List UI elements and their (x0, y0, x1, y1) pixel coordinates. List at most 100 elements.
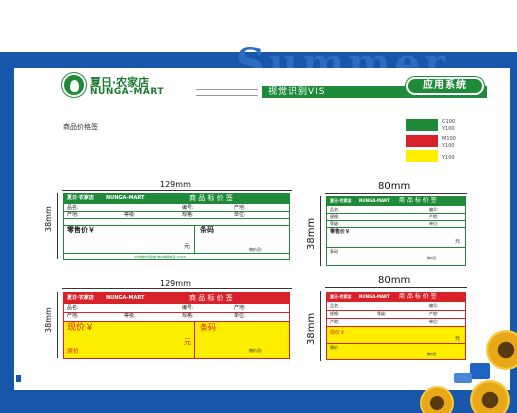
height-dim-large-2: 38mm (44, 307, 53, 333)
field-code-label: 编号: (182, 305, 194, 311)
swatch-green (406, 119, 438, 131)
field-code-label: 编号: (429, 303, 439, 308)
inspector-label: 物价员: (427, 256, 438, 260)
field-unit-label: 单位: (234, 313, 246, 319)
swatch-yellow (406, 150, 438, 162)
field-origin-label-2: 产地: (330, 319, 340, 324)
tag-rule (327, 318, 465, 319)
tag-title: 商 品 标 价 签 (399, 293, 437, 300)
swatch-red (406, 135, 438, 147)
height-dim-small-2: 38mm (306, 312, 317, 345)
field-spec-label: 规格: (330, 214, 340, 219)
tag-rule (64, 321, 289, 322)
width-dim-large-1: 129mm (160, 180, 191, 189)
field-unit-label: 单位: (429, 319, 439, 324)
tag-brand-cn: 夏日·农家店 (67, 295, 94, 301)
tag-header: 夏日·农家店 NUNGA-MART 商 品 标 价 签 (64, 293, 289, 304)
inspector-label: 物价员: (427, 352, 438, 356)
width-dim-line-2 (62, 288, 292, 289)
sunflower-icon (470, 380, 510, 413)
height-dim-line-1 (57, 193, 58, 259)
tag-rule (327, 247, 465, 248)
tag-divider (194, 225, 195, 254)
swatch-green-label-top: C100 (442, 119, 456, 125)
yuan-label: 元 (455, 239, 461, 245)
retail-price-label: 零售价￥ (67, 226, 95, 234)
yuan-label: 元 (184, 243, 191, 250)
tag-footer: XX市物价局监制 物价举报电话:12358 (134, 255, 186, 259)
price-tag-small-green: 夏日·农家店 NUNGA-MART 商 品 标 价 签 品名: 编号: 规格: … (326, 196, 466, 266)
sale-price-label: 现价￥ (330, 330, 346, 336)
height-dim-line-3 (320, 196, 321, 266)
barcode-label: 条码 (330, 249, 338, 254)
tag-brand-cn: 夏日·农家店 (67, 195, 94, 201)
sunflower-icon (420, 386, 454, 413)
width-dim-line-1 (62, 190, 292, 191)
yuan-label: 元 (184, 338, 191, 346)
height-dim-large-1: 38mm (44, 206, 53, 232)
field-name-label: 品名: (67, 305, 79, 311)
tag-field-band (327, 302, 465, 326)
tag-brand-en: NUNGA-MART (106, 195, 145, 201)
tag-brand-en: NUNGA-MART (359, 198, 390, 203)
swatch-yellow-label-bottom: Y100 (442, 155, 455, 161)
width-dim-line-4 (325, 287, 467, 288)
tag-brand-cn: 夏日·农家店 (330, 294, 352, 299)
tag-rule (327, 326, 465, 327)
field-unit-label: 单位: (429, 221, 439, 226)
width-dim-small-1: 80mm (378, 181, 411, 192)
barcode-label: 条码 (200, 226, 214, 234)
field-spec-label: 规格: (182, 313, 194, 319)
tag-rule (327, 213, 465, 214)
original-price-label: 原价 (67, 348, 80, 355)
tag-rule (64, 211, 289, 212)
cube-decoration-icon (454, 373, 472, 383)
tag-title: 商 品 标 价 签 (399, 197, 437, 204)
field-origin-label: 产地: (429, 214, 439, 219)
tag-rule (327, 227, 465, 228)
header-rule (196, 89, 258, 96)
tag-header: 夏日·农家店 NUNGA-MART 商 品 标 价 签 (64, 194, 289, 204)
field-code-label: 编号: (429, 207, 439, 212)
leaf-logo-icon (62, 73, 86, 97)
brand-logo: 夏日·农家店 NUNGA-MART (62, 71, 184, 99)
inspector-label: 物价员: (249, 247, 263, 252)
field-name-label: 品名: (330, 207, 340, 212)
field-spec-label: 规格: (182, 212, 194, 218)
field-grade-label: 等级: (330, 221, 340, 226)
page-title: 商品价格签 (63, 123, 98, 131)
width-dim-line-3 (325, 193, 467, 194)
field-unit-label: 单位: (234, 212, 246, 218)
price-tag-small-red: 夏日·农家店 NUNGA-MART 商 品 标 价 签 品名: 编号: 规格: … (326, 292, 466, 360)
height-dim-line-2 (57, 292, 58, 358)
height-dim-line-4 (320, 291, 321, 361)
tag-header: 夏日·农家店 NUNGA-MART 商 品 标 价 签 (327, 293, 465, 302)
field-origin-label-2: 产地: (67, 212, 79, 218)
section-bar-label: 视觉识别VIS (268, 87, 326, 97)
yuan-label: 元 (455, 336, 461, 342)
sale-price-label: 现价￥ (67, 323, 95, 333)
swatch-red-label-bottom: Y100 (442, 143, 455, 149)
price-tag-large-red: 夏日·农家店 NUNGA-MART 商 品 标 价 签 品名: 编号: 产地: … (63, 292, 290, 359)
tag-rule (64, 218, 289, 219)
tag-rule (327, 310, 465, 311)
tag-divider (194, 321, 195, 358)
field-name-label: 品名: (67, 205, 79, 211)
inspector-label: 物价员: (249, 348, 263, 353)
field-grade-label: 等级: (377, 311, 387, 316)
tag-brand-cn: 夏日·农家店 (330, 198, 352, 203)
original-price-label: 原价 (330, 345, 338, 350)
price-tag-large-green: 夏日·农家店 NUNGA-MART 商 品 标 价 签 品名: 编号: 产地: … (63, 193, 290, 260)
tag-rule (64, 253, 289, 254)
field-grade-label: 等级: (124, 212, 136, 218)
app-system-badge: 应用系统 (406, 77, 484, 95)
brand-name-en: NUNGA-MART (90, 87, 165, 97)
tag-rule (64, 312, 289, 313)
tag-brand-en: NUNGA-MART (359, 294, 390, 299)
swatch-green-label-bottom: Y100 (442, 126, 455, 132)
tag-header: 夏日·农家店 NUNGA-MART 商 品 标 价 签 (327, 197, 465, 206)
field-grade-label: 等级: (124, 313, 136, 319)
field-origin-label: 产地: (429, 311, 439, 316)
tag-title: 商 品 标 价 签 (189, 194, 233, 202)
page-marker (16, 375, 21, 382)
